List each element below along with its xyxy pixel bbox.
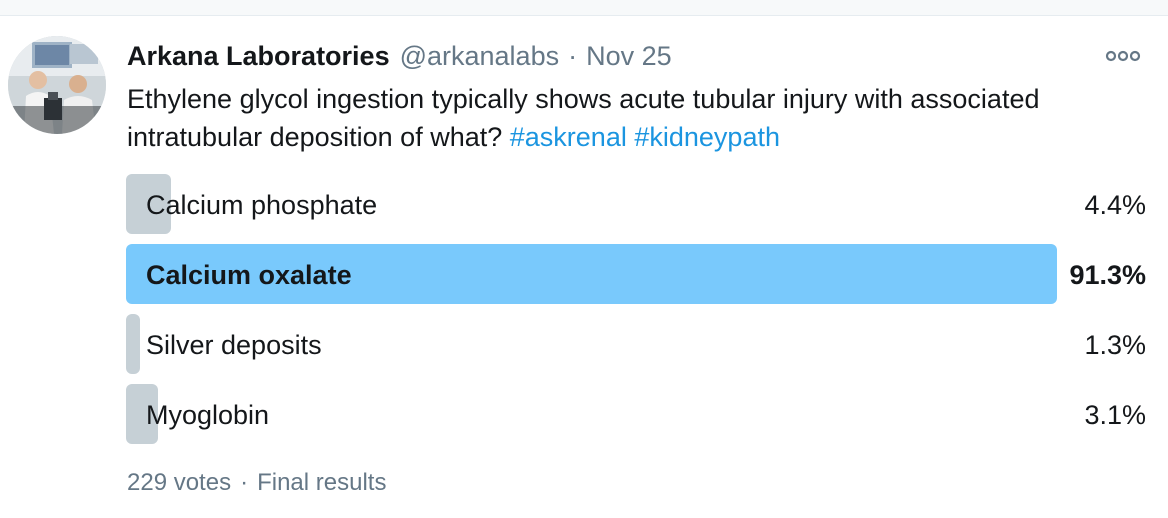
more-horizontal-icon[interactable]: [1103, 44, 1143, 68]
hashtag-kidneypath[interactable]: #kidneypath: [634, 122, 780, 152]
poll-bar: [126, 314, 140, 374]
poll-status: Final results: [257, 469, 387, 496]
author-handle[interactable]: @arkanalabs: [400, 41, 560, 72]
avatar[interactable]: [8, 36, 106, 134]
author-name[interactable]: Arkana Laboratories: [127, 41, 390, 72]
hashtag-askrenal[interactable]: #askrenal: [510, 122, 627, 152]
avatar-photo: [8, 36, 106, 134]
poll-option-label: Calcium oxalate: [146, 260, 352, 290]
vote-count: 229 votes: [127, 469, 232, 496]
poll-option-percent: 3.1%: [1084, 400, 1146, 430]
header-separator: ·: [568, 40, 578, 71]
tweet-header: Arkana Laboratories @arkanalabs · Nov 25: [127, 38, 672, 74]
poll-option-label: Calcium phosphate: [146, 190, 378, 220]
poll-option-label: Silver deposits: [146, 330, 322, 360]
poll-option-myoglobin: Myoglobin 3.1%: [126, 384, 1146, 444]
poll-footer: 229 votes · Final results: [127, 466, 386, 500]
tweet-date[interactable]: Nov 25: [586, 41, 672, 72]
poll-option-percent: 1.3%: [1084, 330, 1146, 360]
tweet-text: Ethylene glycol ingestion typically show…: [127, 80, 1137, 156]
poll-option-label: Myoglobin: [146, 400, 270, 430]
poll-option-silver-deposits: Silver deposits 1.3%: [126, 314, 1146, 374]
poll-option-calcium-phosphate: Calcium phosphate 4.4%: [126, 174, 1146, 234]
footer-separator: ·: [240, 469, 249, 496]
poll-option-percent: 91.3%: [1069, 260, 1146, 290]
poll-option-calcium-oxalate: Calcium oxalate 91.3%: [126, 244, 1146, 304]
poll-option-percent: 4.4%: [1084, 190, 1146, 220]
top-divider: [0, 0, 1168, 16]
